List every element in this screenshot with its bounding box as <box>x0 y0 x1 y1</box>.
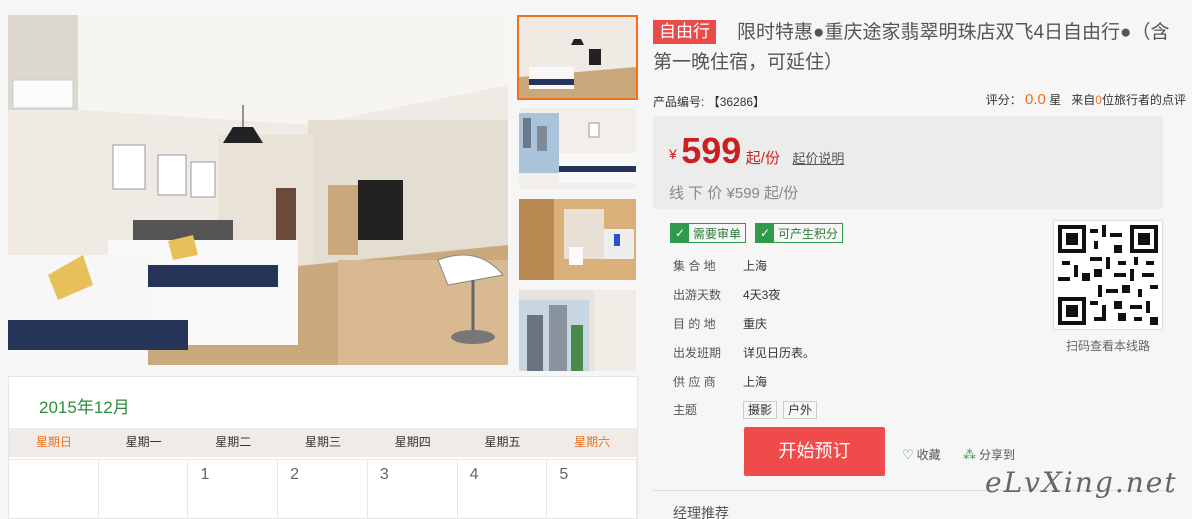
thumbnail-image <box>519 290 636 371</box>
tag-label: 需要审单 <box>693 226 742 241</box>
field-key: 出游天数 <box>673 288 722 302</box>
product-type-badge: 自由行 <box>653 20 716 44</box>
field-key: 主题 <box>673 403 698 417</box>
field-value: 上海 <box>743 259 768 273</box>
main-photo[interactable] <box>8 15 508 365</box>
reviews-count[interactable]: 0 <box>1095 93 1102 107</box>
book-now-button[interactable]: 开始预订 <box>744 427 885 476</box>
price-amount: 599 <box>681 130 742 171</box>
calendar-day[interactable]: 3 <box>367 459 458 519</box>
recommendation-heading: 经理推荐 <box>673 505 729 519</box>
product-code: 产品编号: 【36286】 <box>653 93 765 110</box>
thumbnail-strip <box>517 15 638 379</box>
qr-code-label: 扫码查看本线路 <box>1065 339 1150 353</box>
field-duration: 出游天数 4天3夜 <box>673 286 780 303</box>
offline-price: 线 下 价 ¥599 起/份 <box>669 182 798 203</box>
thumbnail-city-view[interactable] <box>517 288 638 373</box>
thumbnail-balcony-view[interactable] <box>517 106 638 191</box>
reviews-prefix: 来自 <box>1071 93 1096 107</box>
share-label: 分享到 <box>979 448 1016 462</box>
calendar-day[interactable]: 5 <box>547 459 638 519</box>
rating-label: 评分： <box>985 93 1022 107</box>
field-value: 重庆 <box>743 317 768 331</box>
field-key: 目 的 地 <box>673 317 716 331</box>
calendar-day <box>9 459 99 519</box>
currency-symbol: ¥ <box>669 146 677 162</box>
thumbnail-image <box>519 108 636 189</box>
theme-pill[interactable]: 摄影 <box>743 401 778 419</box>
site-watermark: eLvXing.net <box>985 466 1178 499</box>
offline-price-label: 线 下 价 <box>669 185 723 202</box>
rating-summary: 评分： 0.0 星 来自0位旅行者的点评 <box>986 91 1186 108</box>
tag-review-required: ✓ 需要审单 <box>670 223 747 243</box>
tag-earn-points: ✓ 可产生积分 <box>755 223 844 243</box>
thumbnail-image <box>519 17 636 98</box>
share-button[interactable]: ⁂ 分享到 <box>963 446 1015 463</box>
weekday-tue: 星期二 <box>215 435 252 449</box>
weekday-thu: 星期四 <box>394 435 431 449</box>
product-title: 限时特惠●重庆途家翡翠明珠店双飞4日自由行●（含第一晚住宿，可延住） <box>653 22 1170 73</box>
favorite-label: 收藏 <box>916 448 941 462</box>
check-icon: ✓ <box>671 224 689 242</box>
product-info-panel: 限时特惠●重庆途家翡翠明珠店双飞4日自由行●（含第一晚住宿，可延住） 自由行 产… <box>645 0 1192 519</box>
offline-price-value: ¥599 起/份 <box>726 185 799 202</box>
calendar-weekday-header: 星期日 星期一 星期二 星期三 星期四 星期五 星期六 <box>9 428 637 457</box>
weekday-sun: 星期日 <box>35 435 72 449</box>
theme-pill[interactable]: 户外 <box>783 401 818 419</box>
price-box: ¥ 599 起/份 起价说明 线 下 价 ¥599 起/份 <box>653 116 1163 209</box>
feature-tags: ✓ 需要审单 ✓ 可产生积分 <box>670 223 844 243</box>
price-unit: 起/份 <box>745 150 780 167</box>
weekday-wed: 星期三 <box>305 435 342 449</box>
favorite-button[interactable]: ♡ 收藏 <box>902 446 941 463</box>
qr-code <box>1053 220 1163 330</box>
field-departure-schedule: 出发班期 详见日历表。 <box>673 344 815 361</box>
calendar-day[interactable]: 1 <box>188 459 279 519</box>
weekday-mon: 星期一 <box>125 435 162 449</box>
product-code-value: 【36286】 <box>707 95 766 109</box>
rating-unit: 星 <box>1049 93 1062 107</box>
qr-code-image <box>1058 225 1158 325</box>
hotel-room-photo <box>8 15 508 365</box>
thumbnail-bathroom[interactable] <box>517 197 638 282</box>
price-explain-link[interactable]: 起价说明 <box>792 151 844 166</box>
field-key: 出发班期 <box>673 346 722 360</box>
thumbnail-image <box>519 199 636 280</box>
field-value: 4天3夜 <box>743 288 781 302</box>
field-value: 详见日历表。 <box>743 346 816 360</box>
tag-label: 可产生积分 <box>778 226 839 241</box>
field-key: 供 应 商 <box>673 375 716 389</box>
calendar-day[interactable]: 4 <box>457 459 548 519</box>
field-key: 集 合 地 <box>673 259 716 273</box>
calendar-day <box>98 459 189 519</box>
reviews-suffix: 位旅行者的点评 <box>1101 93 1186 107</box>
field-supplier: 供 应 商 上海 <box>673 373 767 390</box>
field-theme: 主题 摄影 户外 <box>673 401 823 419</box>
weekday-fri: 星期五 <box>484 435 521 449</box>
price-line: ¥ 599 起/份 起价说明 <box>669 130 844 172</box>
calendar-week-row: 1 2 3 4 5 <box>9 459 638 519</box>
price-calendar: 2015年12月 星期日 星期一 星期二 星期三 星期四 星期五 星期六 1 2… <box>8 376 638 519</box>
field-value: 上海 <box>743 375 768 389</box>
rating-score: 0.0 <box>1025 91 1046 108</box>
check-icon: ✓ <box>756 224 775 242</box>
thumbnail-room-overview[interactable] <box>517 15 638 100</box>
product-code-label: 产品编号: <box>653 95 705 109</box>
heart-icon: ♡ <box>902 446 914 462</box>
calendar-month-title: 2015年12月 <box>39 398 130 417</box>
product-page: 2015年12月 星期日 星期一 星期二 星期三 星期四 星期五 星期六 1 2… <box>0 0 1192 519</box>
weekday-sat: 星期六 <box>574 435 611 449</box>
share-icon: ⁂ <box>963 446 976 462</box>
calendar-day[interactable]: 2 <box>278 459 368 519</box>
field-assembly-place: 集 合 地 上海 <box>673 257 767 274</box>
field-destination: 目 的 地 重庆 <box>673 315 767 332</box>
